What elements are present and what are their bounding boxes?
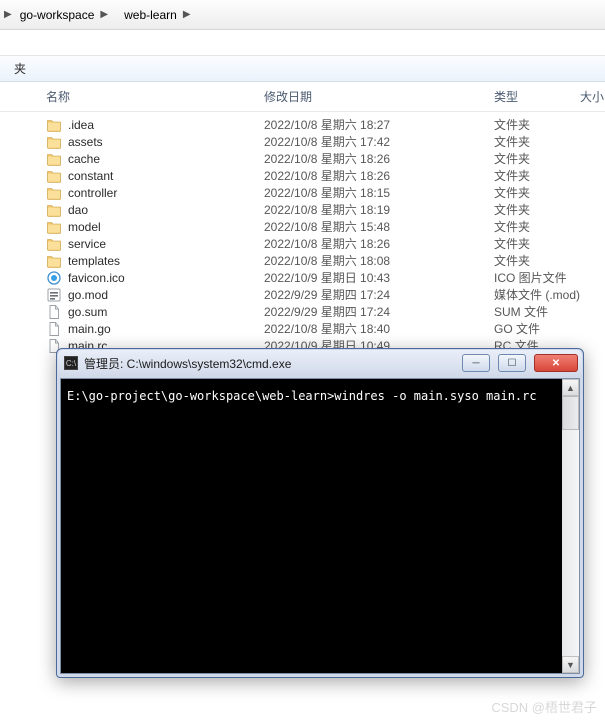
file-date: 2022/10/8 星期六 18:40 (264, 320, 494, 337)
file-type: GO 文件 (494, 320, 584, 337)
folder-tab[interactable]: 夹 (2, 56, 38, 81)
file-row[interactable]: constant2022/10/8 星期六 18:26文件夹 (0, 167, 605, 184)
chevron-right-icon: ▶ (100, 9, 108, 20)
file-name: service (68, 237, 264, 251)
file-name: go.sum (68, 305, 264, 319)
file-row[interactable]: service2022/10/8 星期六 18:26文件夹 (0, 235, 605, 252)
file-type: 文件夹 (494, 252, 584, 269)
cmd-title: 管理员: C:\windows\system32\cmd.exe (84, 355, 454, 372)
mod-icon (46, 287, 62, 303)
breadcrumb-label: web-learn (124, 8, 177, 22)
file-name: go.mod (68, 288, 264, 302)
file-date: 2022/9/29 星期四 17:24 (264, 303, 494, 320)
folder-icon (46, 134, 62, 150)
breadcrumb-bar[interactable]: ▶ go-workspace ▶ web-learn ▶ (0, 0, 605, 30)
column-size-header[interactable]: 大小 (574, 88, 604, 105)
file-name: constant (68, 169, 264, 183)
column-date-header[interactable]: 修改日期 (264, 88, 494, 105)
watermark: CSDN @梧世君子 (491, 697, 597, 716)
cmd-titlebar[interactable]: C:\ 管理员: C:\windows\system32\cmd.exe ─ ☐… (58, 350, 582, 376)
cmd-output[interactable]: E:\go-project\go-workspace\web-learn>win… (61, 379, 562, 673)
file-type: 媒体文件 (.mod) (494, 286, 584, 303)
file-row[interactable]: assets2022/10/8 星期六 17:42文件夹 (0, 133, 605, 150)
folder-icon (46, 151, 62, 167)
breadcrumb-item[interactable]: web-learn ▶ (116, 4, 198, 26)
file-name: favicon.ico (68, 271, 264, 285)
column-headers: 名称 修改日期 类型 大小 (0, 82, 605, 112)
file-row[interactable]: model2022/10/8 星期六 15:48文件夹 (0, 218, 605, 235)
file-name: controller (68, 186, 264, 200)
chevron-right-icon: ▶ (4, 9, 12, 20)
file-list: .idea2022/10/8 星期六 18:27文件夹assets2022/10… (0, 112, 605, 354)
cmd-body: E:\go-project\go-workspace\web-learn>win… (60, 378, 580, 674)
file-date: 2022/10/8 星期六 15:48 (264, 218, 494, 235)
file-date: 2022/10/8 星期六 17:42 (264, 133, 494, 150)
cmd-icon: C:\ (64, 356, 78, 370)
file-row[interactable]: templates2022/10/8 星期六 18:08文件夹 (0, 252, 605, 269)
folder-icon (46, 253, 62, 269)
file-type: 文件夹 (494, 167, 584, 184)
file-date: 2022/9/29 星期四 17:24 (264, 286, 494, 303)
file-type: 文件夹 (494, 235, 584, 252)
file-name: main.go (68, 322, 264, 336)
file-row[interactable]: cache2022/10/8 星期六 18:26文件夹 (0, 150, 605, 167)
file-type: 文件夹 (494, 133, 584, 150)
file-date: 2022/10/8 星期六 18:08 (264, 252, 494, 269)
scroll-down-icon[interactable]: ▼ (562, 656, 579, 673)
breadcrumb-item[interactable]: go-workspace ▶ (12, 4, 116, 26)
file-type: ICO 图片文件 (494, 269, 584, 286)
file-row[interactable]: go.mod2022/9/29 星期四 17:24媒体文件 (.mod) (0, 286, 605, 303)
file-type: 文件夹 (494, 218, 584, 235)
cmd-window[interactable]: C:\ 管理员: C:\windows\system32\cmd.exe ─ ☐… (56, 348, 584, 678)
cmd-scrollbar[interactable]: ▲ ▼ (562, 379, 579, 673)
folder-icon (46, 202, 62, 218)
file-type: SUM 文件 (494, 303, 584, 320)
file-name: assets (68, 135, 264, 149)
folder-icon (46, 236, 62, 252)
file-name: dao (68, 203, 264, 217)
scroll-up-icon[interactable]: ▲ (562, 379, 579, 396)
maximize-button[interactable]: ☐ (498, 354, 526, 372)
file-date: 2022/10/8 星期六 18:27 (264, 116, 494, 133)
file-date: 2022/10/8 星期六 18:19 (264, 201, 494, 218)
file-type: 文件夹 (494, 116, 584, 133)
file-type: 文件夹 (494, 201, 584, 218)
toolbar-spacer (0, 30, 605, 56)
file-row[interactable]: main.go2022/10/8 星期六 18:40GO 文件 (0, 320, 605, 337)
breadcrumb-label: go-workspace (20, 8, 95, 22)
file-row[interactable]: .idea2022/10/8 星期六 18:27文件夹 (0, 116, 605, 133)
file-row[interactable]: favicon.ico2022/10/9 星期日 10:43ICO 图片文件 (0, 269, 605, 286)
file-row[interactable]: dao2022/10/8 星期六 18:19文件夹 (0, 201, 605, 218)
file-icon (46, 321, 62, 337)
close-button[interactable]: ✕ (534, 354, 578, 372)
folder-icon (46, 219, 62, 235)
file-date: 2022/10/8 星期六 18:26 (264, 167, 494, 184)
column-name-header[interactable]: 名称 (46, 88, 264, 105)
ico-icon (46, 270, 62, 286)
scroll-track[interactable] (562, 430, 579, 656)
file-name: model (68, 220, 264, 234)
file-name: .idea (68, 118, 264, 132)
file-name: templates (68, 254, 264, 268)
folder-icon (46, 117, 62, 133)
minimize-button[interactable]: ─ (462, 354, 490, 372)
column-type-header[interactable]: 类型 (494, 88, 574, 105)
folder-tabs: 夹 (0, 56, 605, 82)
file-date: 2022/10/8 星期六 18:26 (264, 150, 494, 167)
chevron-right-icon: ▶ (183, 9, 191, 20)
scroll-thumb[interactable] (562, 396, 579, 430)
folder-icon (46, 185, 62, 201)
file-row[interactable]: go.sum2022/9/29 星期四 17:24SUM 文件 (0, 303, 605, 320)
file-icon (46, 304, 62, 320)
file-name: cache (68, 152, 264, 166)
file-type: 文件夹 (494, 150, 584, 167)
file-date: 2022/10/8 星期六 18:15 (264, 184, 494, 201)
file-row[interactable]: controller2022/10/8 星期六 18:15文件夹 (0, 184, 605, 201)
folder-icon (46, 168, 62, 184)
file-date: 2022/10/8 星期六 18:26 (264, 235, 494, 252)
file-type: 文件夹 (494, 184, 584, 201)
file-date: 2022/10/9 星期日 10:43 (264, 269, 494, 286)
